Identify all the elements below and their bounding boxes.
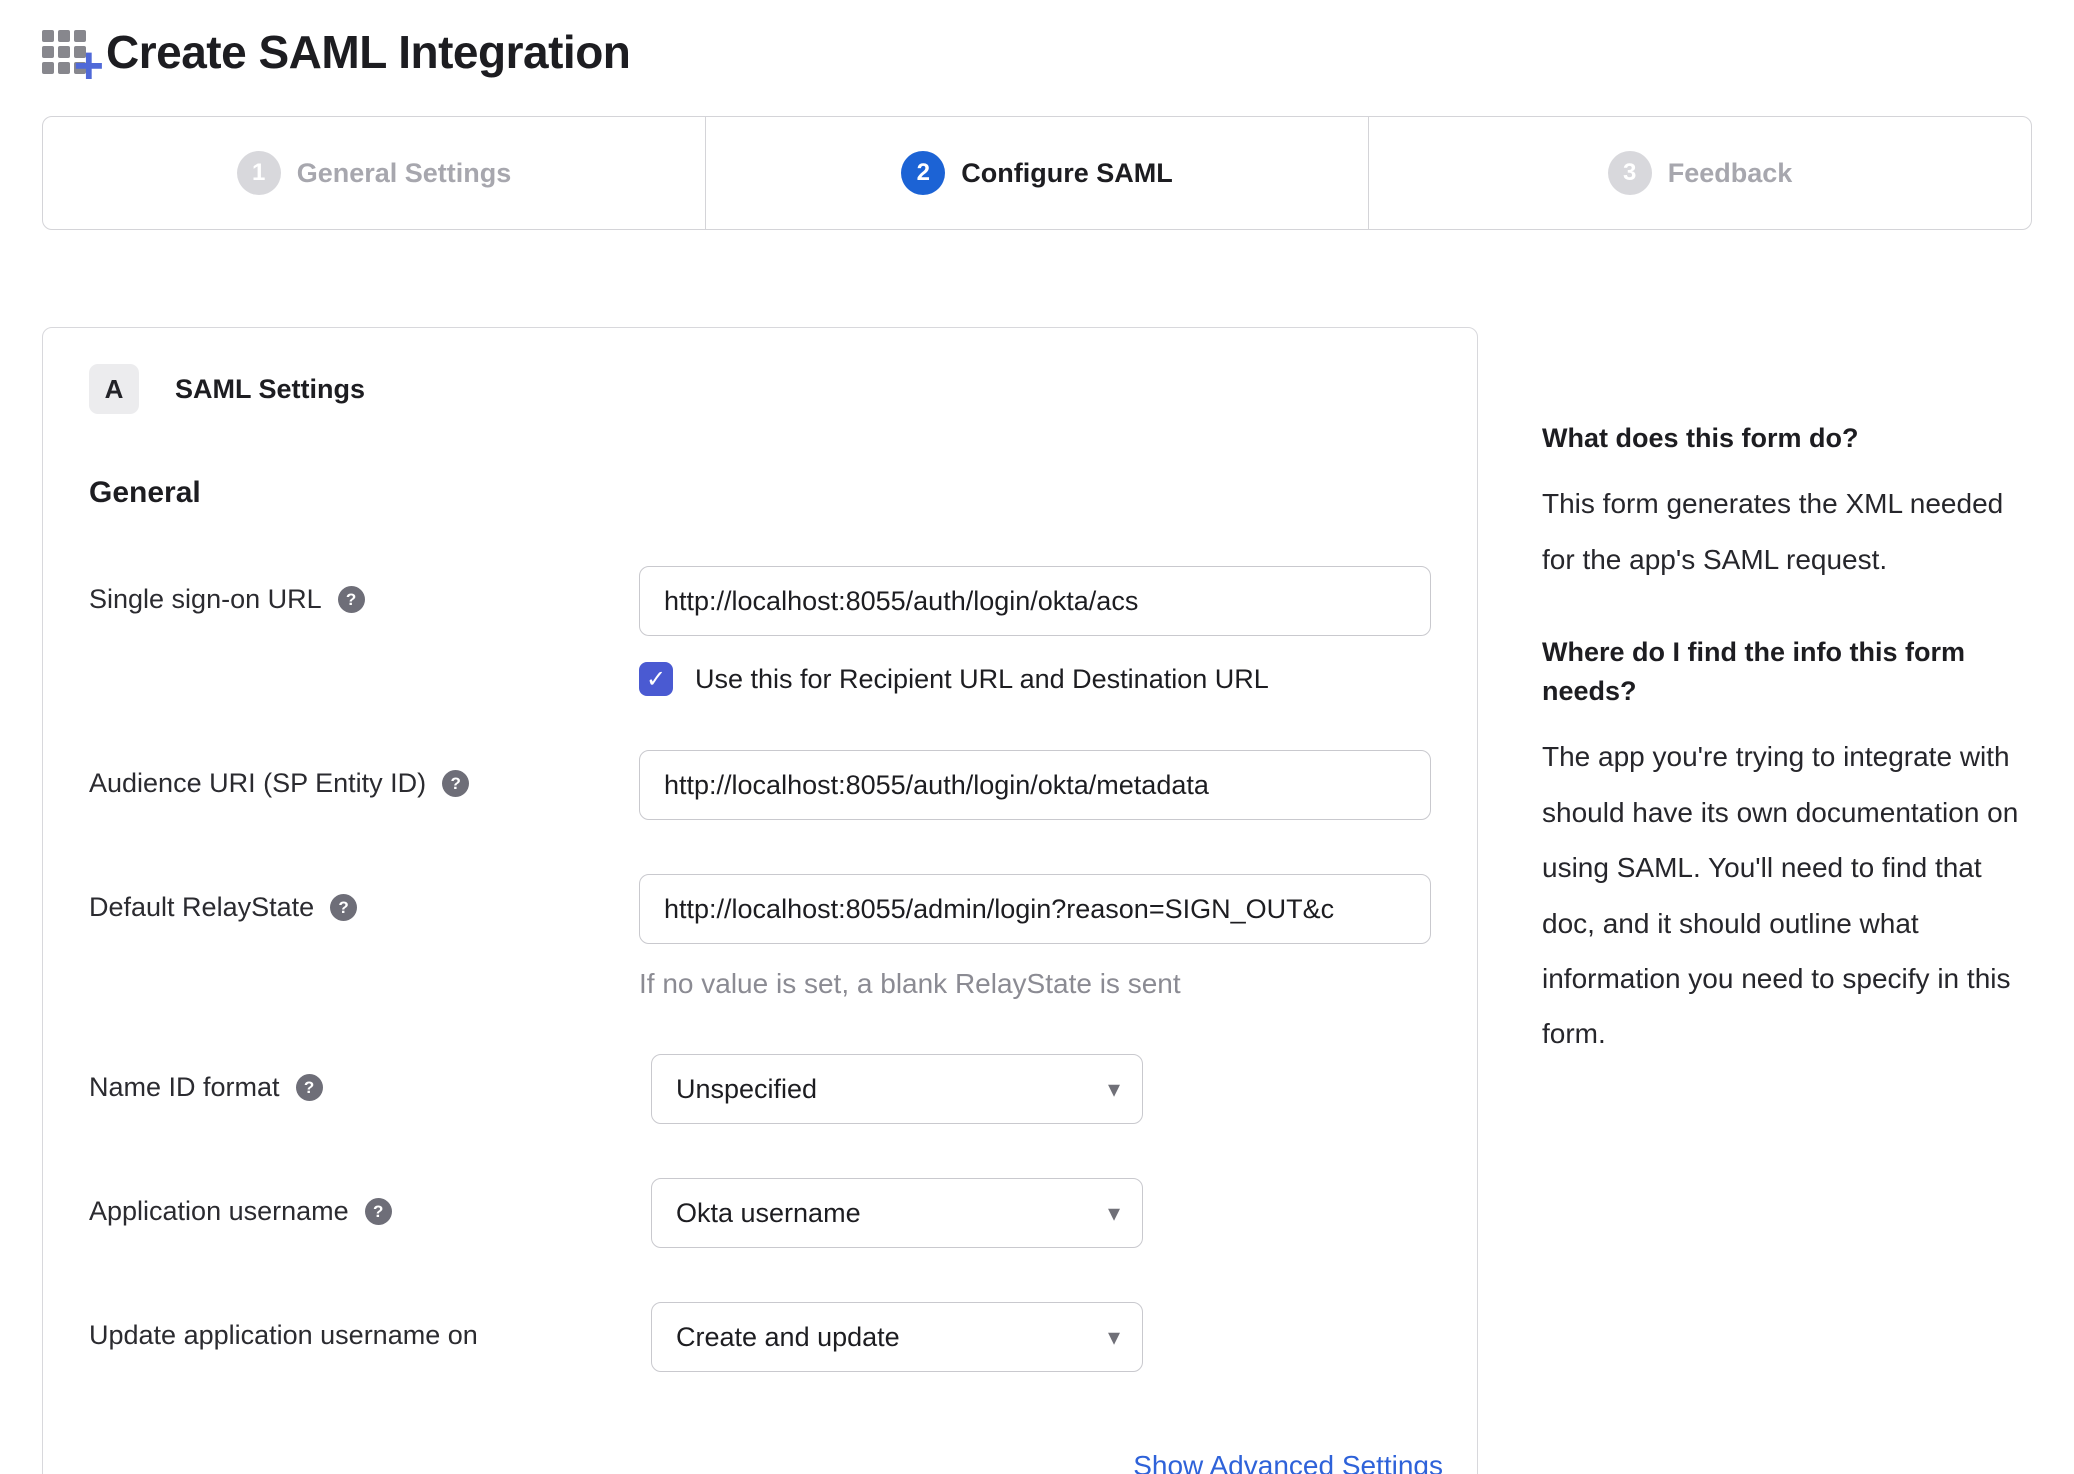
step-feedback[interactable]: 3 Feedback: [1368, 117, 2031, 229]
saml-settings-card: A SAML Settings General Single sign-on U…: [42, 327, 1478, 1474]
plus-icon: +: [73, 37, 104, 95]
update-application-username-label: Update application username on: [89, 1320, 478, 1350]
sidebar-heading-where: Where do I find the info this form needs…: [1542, 637, 1965, 707]
sidebar-body-what: This form generates the XML needed for t…: [1542, 488, 2004, 575]
help-icon[interactable]: ?: [364, 1198, 392, 1225]
name-id-format-select[interactable]: Unspecified ▾: [651, 1054, 1143, 1124]
audience-uri-label: Audience URI (SP Entity ID): [89, 768, 427, 798]
step-2-number-badge: 2: [901, 151, 946, 195]
single-sign-on-url-input[interactable]: [639, 566, 1431, 636]
sidebar-body-where: The app you're trying to integrate with …: [1542, 741, 2019, 1050]
step-3-number-badge: 3: [1607, 151, 1652, 195]
relaystate-helper-text: If no value is set, a blank RelayState i…: [639, 968, 1181, 999]
check-icon: ✓: [645, 665, 667, 693]
update-application-username-value: Create and update: [676, 1321, 900, 1352]
default-relaystate-row: Default RelayState ? If no value is set,…: [89, 874, 1431, 1000]
update-application-username-select[interactable]: Create and update ▾: [651, 1302, 1143, 1372]
help-icon[interactable]: ?: [330, 894, 358, 921]
update-application-username-row: Update application username on Create an…: [89, 1302, 1431, 1372]
step-1-label: General Settings: [296, 157, 512, 188]
chevron-down-icon: ▾: [1107, 1323, 1120, 1351]
step-general-settings[interactable]: 1 General Settings: [43, 117, 705, 229]
card-title: SAML Settings: [175, 373, 366, 404]
sidebar-heading-what: What does this form do?: [1542, 423, 1859, 453]
audience-uri-row: Audience URI (SP Entity ID) ?: [89, 750, 1431, 820]
page-header: + Create SAML Integration: [0, 0, 2074, 92]
help-icon[interactable]: ?: [442, 770, 470, 797]
main-content: A SAML Settings General Single sign-on U…: [42, 327, 2074, 1474]
step-1-number-badge: 1: [236, 151, 281, 195]
general-section-heading: General: [89, 476, 201, 509]
name-id-format-label: Name ID format: [89, 1072, 280, 1102]
application-username-row: Application username ? Okta username ▾: [89, 1178, 1431, 1248]
name-id-format-row: Name ID format ? Unspecified ▾: [89, 1054, 1431, 1124]
help-icon[interactable]: ?: [295, 1074, 323, 1101]
help-sidebar: What does this form do? This form genera…: [1542, 327, 2052, 1108]
default-relaystate-label: Default RelayState: [89, 892, 315, 922]
wizard-step-bar: 1 General Settings 2 Configure SAML 3 Fe…: [42, 116, 2032, 230]
application-username-value: Okta username: [676, 1197, 861, 1228]
create-app-grid-plus-icon: +: [40, 24, 104, 92]
single-sign-on-url-row: Single sign-on URL ? ✓ Use this for Reci…: [89, 566, 1431, 696]
single-sign-on-url-label: Single sign-on URL: [89, 584, 322, 614]
help-icon[interactable]: ?: [337, 586, 365, 613]
chevron-down-icon: ▾: [1107, 1075, 1120, 1103]
application-username-label: Application username: [89, 1196, 349, 1226]
name-id-format-value: Unspecified: [676, 1073, 818, 1104]
recipient-destination-checkbox[interactable]: ✓: [639, 662, 673, 696]
audience-uri-input[interactable]: [639, 750, 1431, 820]
step-configure-saml[interactable]: 2 Configure SAML: [705, 117, 1368, 229]
step-2-label: Configure SAML: [961, 157, 1173, 188]
card-header: A SAML Settings: [89, 364, 1431, 414]
section-a-badge: A: [89, 364, 139, 414]
step-3-label: Feedback: [1667, 157, 1793, 188]
application-username-select[interactable]: Okta username ▾: [651, 1178, 1143, 1248]
page-title: Create SAML Integration: [106, 26, 631, 78]
recipient-destination-checkbox-label: Use this for Recipient URL and Destinati…: [695, 663, 1269, 694]
show-advanced-settings-link[interactable]: Show Advanced Settings: [1133, 1450, 1443, 1474]
default-relaystate-input[interactable]: [639, 874, 1431, 944]
chevron-down-icon: ▾: [1107, 1199, 1120, 1227]
